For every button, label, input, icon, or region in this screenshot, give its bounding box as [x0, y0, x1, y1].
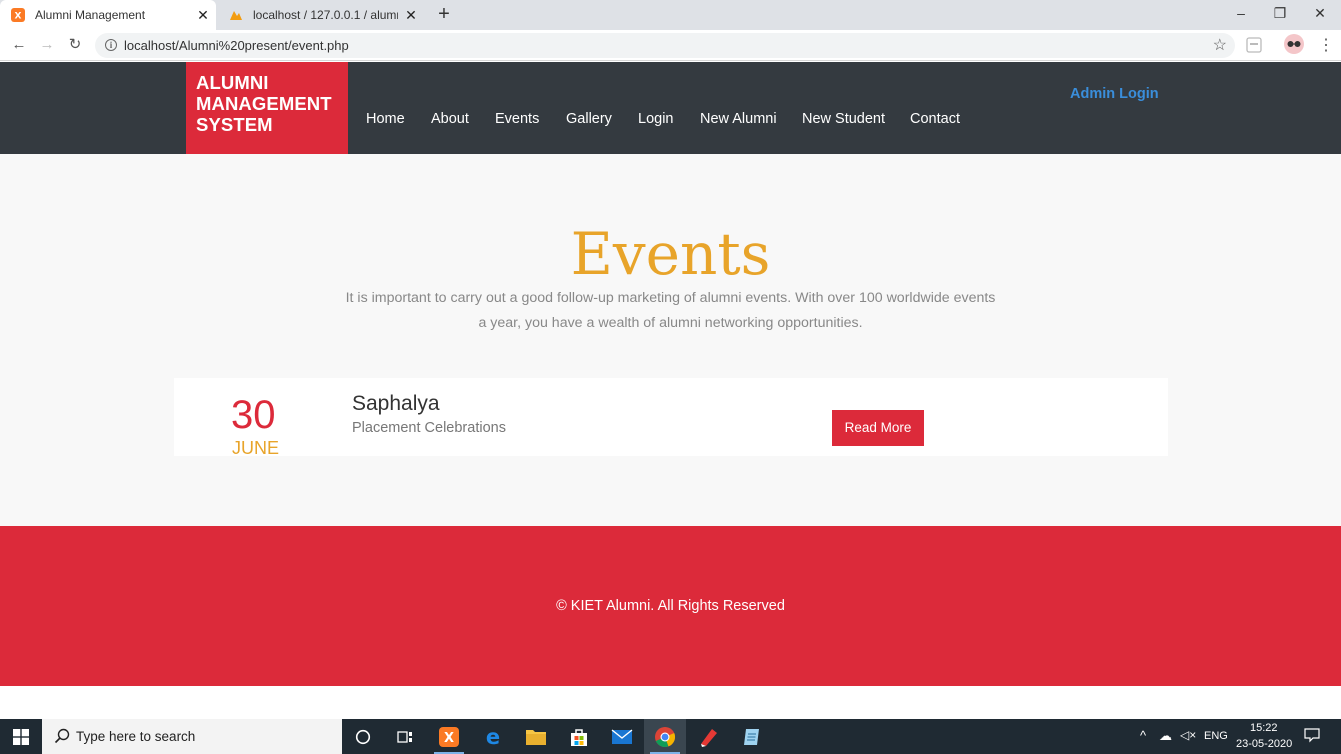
app-launcher-icon[interactable]: [688, 719, 730, 754]
nav-home[interactable]: Home: [366, 111, 405, 127]
menu-dots-icon[interactable]: ⋮: [1318, 35, 1334, 55]
nav-new-alumni[interactable]: New Alumni: [700, 111, 777, 127]
xampp-icon: X: [11, 8, 25, 22]
site-footer: © KIET Alumni. All Rights Reserved: [0, 526, 1341, 686]
mail-icon[interactable]: [601, 719, 643, 754]
nav-new-student[interactable]: New Student: [802, 111, 885, 127]
event-card: 30 JUNE Saphalya Placement Celebrations …: [174, 378, 1168, 458]
xampp-app-icon[interactable]: X: [428, 719, 470, 754]
event-day: 30: [231, 393, 276, 437]
browser-tab-active[interactable]: X Alumni Management ✕: [0, 0, 216, 30]
profile-avatar-icon[interactable]: [1284, 34, 1304, 54]
reload-icon[interactable]: ↻: [64, 34, 86, 56]
tab-title: Alumni Management: [35, 8, 146, 22]
forward-icon[interactable]: →: [36, 34, 58, 56]
notepad-icon[interactable]: [731, 719, 773, 754]
event-month: JUNE: [232, 438, 280, 458]
task-view-icon[interactable]: [384, 719, 426, 754]
close-window-icon[interactable]: ✕: [1300, 0, 1340, 28]
clock-time[interactable]: 15:22: [1250, 722, 1278, 734]
event-name: Saphalya: [352, 392, 440, 415]
footer-copyright: © KIET Alumni. All Rights Reserved: [556, 598, 785, 614]
taskbar-search[interactable]: Type here to search: [42, 719, 342, 754]
store-icon[interactable]: [558, 719, 600, 754]
site-header: ALUMNI MANAGEMENT SYSTEM Home About Even…: [0, 62, 1341, 154]
page-title: Events: [570, 220, 771, 288]
clock-date[interactable]: 23-05-2020: [1236, 738, 1292, 750]
page-bottom-spacer: [0, 686, 1341, 719]
notification-icon[interactable]: [1304, 727, 1320, 746]
restore-icon[interactable]: ❐: [1260, 0, 1300, 28]
close-tab-icon[interactable]: ✕: [190, 7, 216, 24]
nav-contact[interactable]: Contact: [910, 111, 960, 127]
minimize-icon[interactable]: –: [1221, 0, 1261, 28]
info-icon[interactable]: i: [105, 39, 117, 51]
events-section: Events It is important to carry out a go…: [0, 154, 1341, 526]
brand-line: MANAGEMENT: [196, 93, 332, 114]
events-description: It is important to carry out a good foll…: [345, 290, 996, 331]
nav-events[interactable]: Events: [495, 111, 539, 127]
svg-text:e: e: [486, 726, 500, 748]
brand-line: SYSTEM: [196, 114, 273, 135]
cortana-icon[interactable]: [342, 719, 384, 754]
svg-text:X: X: [444, 731, 454, 746]
tray-expand-icon[interactable]: ^: [1140, 728, 1146, 743]
windows-taskbar: Type here to search X e ^ ☁ ◁× ENG 15:22…: [0, 719, 1341, 754]
close-tab-icon[interactable]: ✕: [398, 7, 424, 24]
new-tab-button[interactable]: +: [432, 3, 456, 27]
site-brand[interactable]: ALUMNI MANAGEMENT SYSTEM: [186, 62, 348, 154]
language-indicator[interactable]: ENG: [1204, 730, 1228, 742]
search-placeholder: Type here to search: [76, 729, 196, 744]
event-subtitle: Placement Celebrations: [352, 420, 506, 436]
tab-title: localhost / 127.0.0.1 / alumni_db: [253, 8, 398, 22]
svg-text:X: X: [15, 12, 22, 22]
address-bar[interactable]: i localhost/Alumni%20present/event.php ☆: [95, 33, 1235, 58]
bookmark-star-icon[interactable]: ☆: [1213, 35, 1227, 55]
network-icon[interactable]: ☁: [1159, 728, 1172, 744]
edge-browser-icon[interactable]: e: [472, 719, 514, 754]
extension-icon[interactable]: [1246, 36, 1262, 56]
nav-login[interactable]: Login: [638, 111, 673, 127]
volume-muted-icon[interactable]: ◁×: [1180, 728, 1196, 742]
browser-tab-inactive[interactable]: localhost / 127.0.0.1 / alumni_db ✕: [218, 0, 424, 30]
nav-gallery[interactable]: Gallery: [566, 111, 612, 127]
url-text[interactable]: localhost/Alumni%20present/event.php: [124, 38, 349, 53]
search-icon: [54, 728, 70, 744]
back-icon[interactable]: ←: [8, 34, 30, 56]
phpmyadmin-icon: [229, 8, 243, 22]
file-explorer-icon[interactable]: [515, 719, 557, 754]
browser-tabstrip: X Alumni Management ✕ localhost / 127.0.…: [0, 0, 1341, 30]
browser-toolbar: ← → ↻ i localhost/Alumni%20present/event…: [0, 30, 1341, 61]
windows-start-icon[interactable]: [0, 719, 42, 754]
nav-about[interactable]: About: [431, 111, 469, 127]
brand-line: ALUMNI: [196, 72, 269, 93]
read-more-button[interactable]: Read More: [832, 410, 924, 446]
chrome-icon[interactable]: [644, 719, 686, 754]
admin-login-link[interactable]: Admin Login: [1070, 86, 1159, 102]
